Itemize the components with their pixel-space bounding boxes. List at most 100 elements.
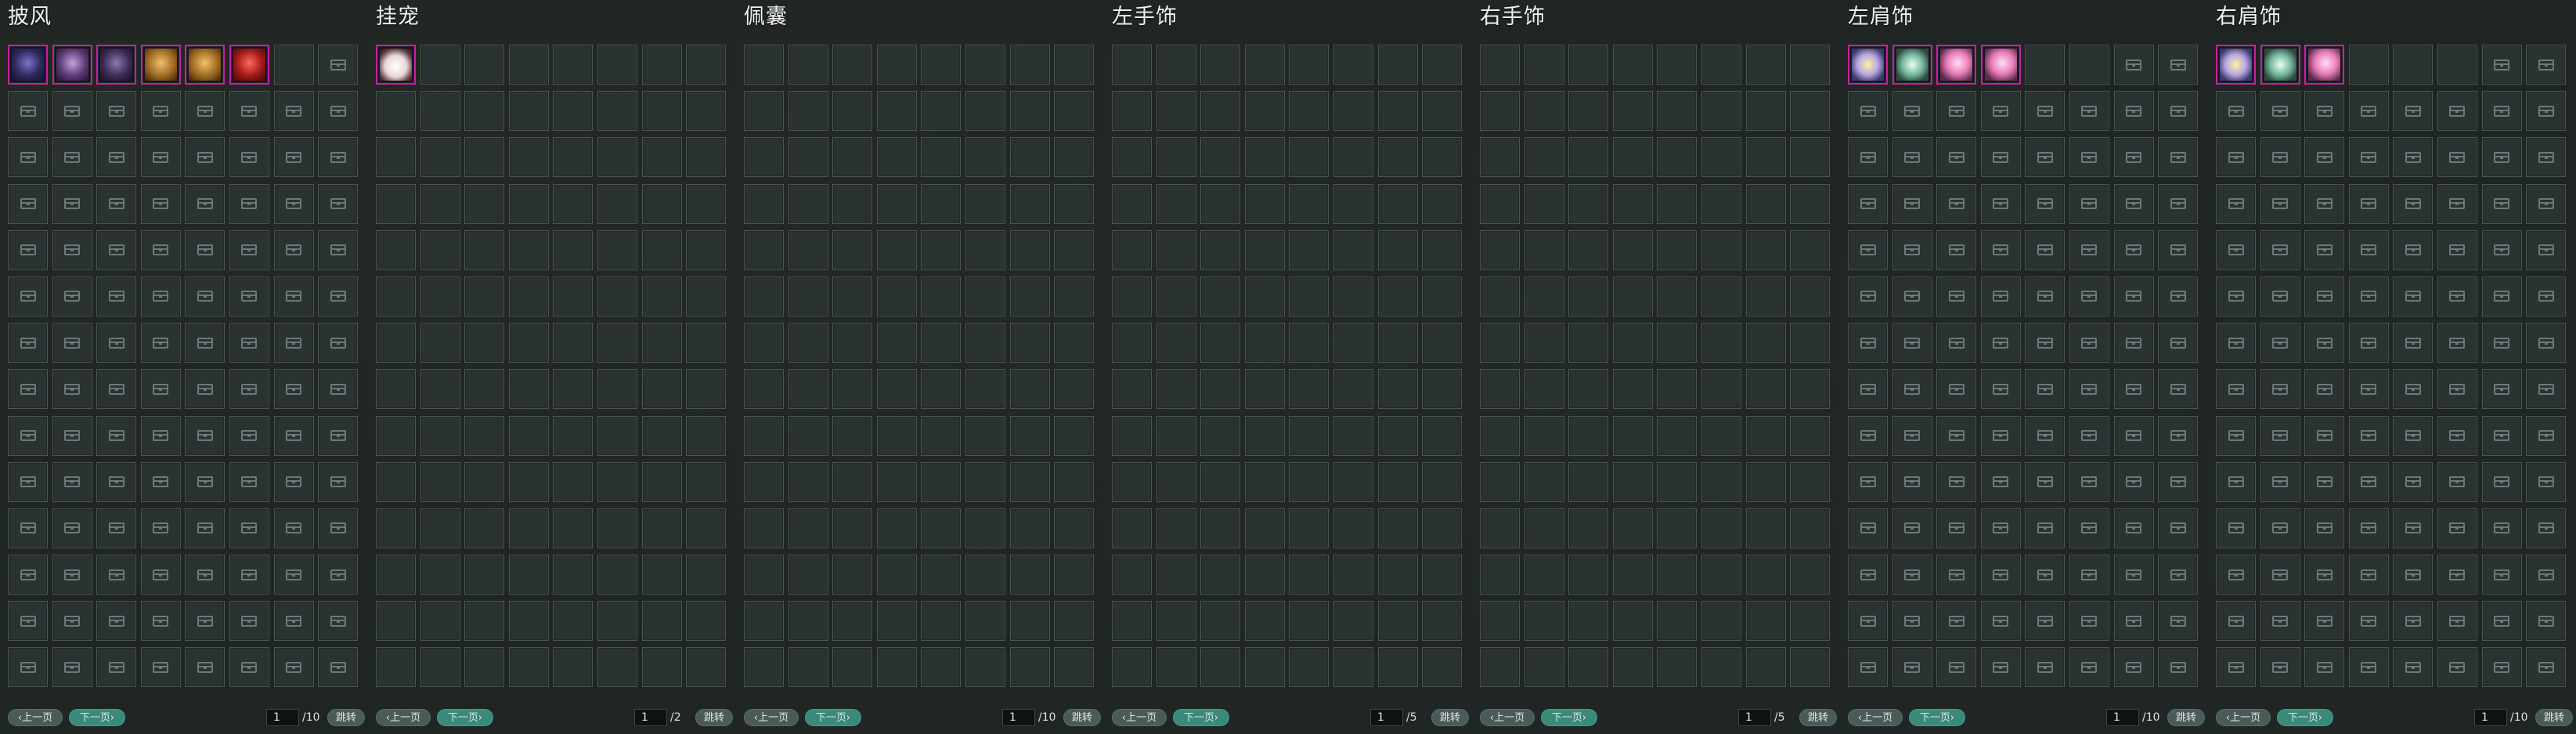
empty-slot[interactable]	[1009, 137, 1050, 178]
empty-slot[interactable]	[1156, 647, 1196, 688]
empty-slot[interactable]	[2348, 461, 2389, 502]
empty-slot[interactable]	[1156, 601, 1196, 642]
empty-slot[interactable]	[464, 461, 505, 502]
empty-slot[interactable]	[1009, 369, 1050, 410]
empty-slot[interactable]	[96, 323, 137, 363]
empty-slot[interactable]	[318, 276, 359, 316]
empty-slot[interactable]	[140, 137, 181, 178]
empty-slot[interactable]	[2348, 91, 2389, 132]
jump-button[interactable]: 跳转	[1431, 709, 1469, 726]
empty-slot[interactable]	[1480, 601, 1520, 642]
empty-slot[interactable]	[2304, 555, 2345, 595]
empty-slot[interactable]	[2113, 137, 2154, 178]
empty-slot[interactable]	[2393, 230, 2433, 270]
empty-slot[interactable]	[1980, 137, 2021, 178]
empty-slot[interactable]	[1892, 276, 1932, 316]
empty-slot[interactable]	[876, 323, 917, 363]
empty-slot[interactable]	[1892, 555, 1932, 595]
empty-slot[interactable]	[1892, 230, 1932, 270]
empty-slot[interactable]	[1524, 461, 1564, 502]
empty-slot[interactable]	[1892, 369, 1932, 410]
empty-slot[interactable]	[2481, 647, 2522, 688]
empty-slot[interactable]	[1054, 415, 1095, 456]
empty-slot[interactable]	[832, 183, 873, 224]
empty-slot[interactable]	[1156, 183, 1196, 224]
empty-slot[interactable]	[2393, 276, 2433, 316]
empty-slot[interactable]	[1892, 137, 1932, 178]
empty-slot[interactable]	[553, 183, 593, 224]
empty-slot[interactable]	[1422, 647, 1463, 688]
empty-slot[interactable]	[876, 461, 917, 502]
empty-slot[interactable]	[229, 555, 269, 595]
empty-slot[interactable]	[318, 137, 359, 178]
empty-slot[interactable]	[1612, 461, 1653, 502]
page-number-input[interactable]: 1	[2106, 709, 2139, 726]
empty-slot[interactable]	[1054, 461, 1095, 502]
empty-slot[interactable]	[1422, 230, 1463, 270]
empty-slot[interactable]	[1790, 137, 1831, 178]
jump-button[interactable]: 跳转	[2167, 709, 2205, 726]
empty-slot[interactable]	[1480, 276, 1520, 316]
empty-slot[interactable]	[420, 45, 460, 85]
empty-slot[interactable]	[1112, 183, 1152, 224]
empty-slot[interactable]	[2393, 555, 2433, 595]
empty-slot[interactable]	[2025, 369, 2065, 410]
empty-slot[interactable]	[1156, 369, 1196, 410]
empty-slot[interactable]	[1701, 601, 1741, 642]
empty-slot[interactable]	[52, 323, 92, 363]
empty-slot[interactable]	[2069, 323, 2109, 363]
empty-slot[interactable]	[8, 91, 48, 132]
empty-slot[interactable]	[2393, 45, 2433, 85]
empty-slot[interactable]	[553, 45, 593, 85]
empty-slot[interactable]	[1892, 183, 1932, 224]
empty-slot[interactable]	[376, 323, 416, 363]
empty-slot[interactable]	[832, 230, 873, 270]
empty-slot[interactable]	[185, 230, 225, 270]
empty-slot[interactable]	[1333, 137, 1373, 178]
empty-slot[interactable]	[2158, 369, 2199, 410]
empty-slot[interactable]	[318, 601, 359, 642]
empty-slot[interactable]	[2481, 323, 2522, 363]
empty-slot[interactable]	[1701, 137, 1741, 178]
empty-slot[interactable]	[1657, 555, 1697, 595]
item-slot[interactable]	[52, 45, 92, 85]
empty-slot[interactable]	[2348, 415, 2389, 456]
empty-slot[interactable]	[1701, 415, 1741, 456]
empty-slot[interactable]	[1156, 508, 1196, 548]
empty-slot[interactable]	[641, 137, 682, 178]
empty-slot[interactable]	[597, 461, 637, 502]
empty-slot[interactable]	[2113, 230, 2154, 270]
empty-slot[interactable]	[1524, 137, 1564, 178]
empty-slot[interactable]	[140, 461, 181, 502]
empty-slot[interactable]	[1112, 230, 1152, 270]
empty-slot[interactable]	[1112, 647, 1152, 688]
empty-slot[interactable]	[140, 276, 181, 316]
empty-slot[interactable]	[788, 91, 828, 132]
empty-slot[interactable]	[2158, 137, 2199, 178]
empty-slot[interactable]	[8, 555, 48, 595]
empty-slot[interactable]	[641, 91, 682, 132]
next-page-button[interactable]: 下一页›	[1909, 709, 1965, 726]
empty-slot[interactable]	[553, 601, 593, 642]
empty-slot[interactable]	[876, 369, 917, 410]
empty-slot[interactable]	[788, 601, 828, 642]
item-slot[interactable]	[8, 45, 48, 85]
empty-slot[interactable]	[1980, 230, 2021, 270]
empty-slot[interactable]	[1657, 45, 1697, 85]
empty-slot[interactable]	[2526, 230, 2567, 270]
empty-slot[interactable]	[140, 369, 181, 410]
empty-slot[interactable]	[2526, 323, 2567, 363]
empty-slot[interactable]	[2216, 276, 2256, 316]
empty-slot[interactable]	[1980, 323, 2021, 363]
empty-slot[interactable]	[597, 647, 637, 688]
empty-slot[interactable]	[1200, 415, 1241, 456]
empty-slot[interactable]	[1289, 555, 1329, 595]
empty-slot[interactable]	[2113, 461, 2154, 502]
empty-slot[interactable]	[2025, 555, 2065, 595]
empty-slot[interactable]	[1112, 323, 1152, 363]
empty-slot[interactable]	[921, 137, 961, 178]
empty-slot[interactable]	[2526, 45, 2567, 85]
empty-slot[interactable]	[1524, 230, 1564, 270]
empty-slot[interactable]	[1200, 508, 1241, 548]
item-slot[interactable]	[140, 45, 181, 85]
